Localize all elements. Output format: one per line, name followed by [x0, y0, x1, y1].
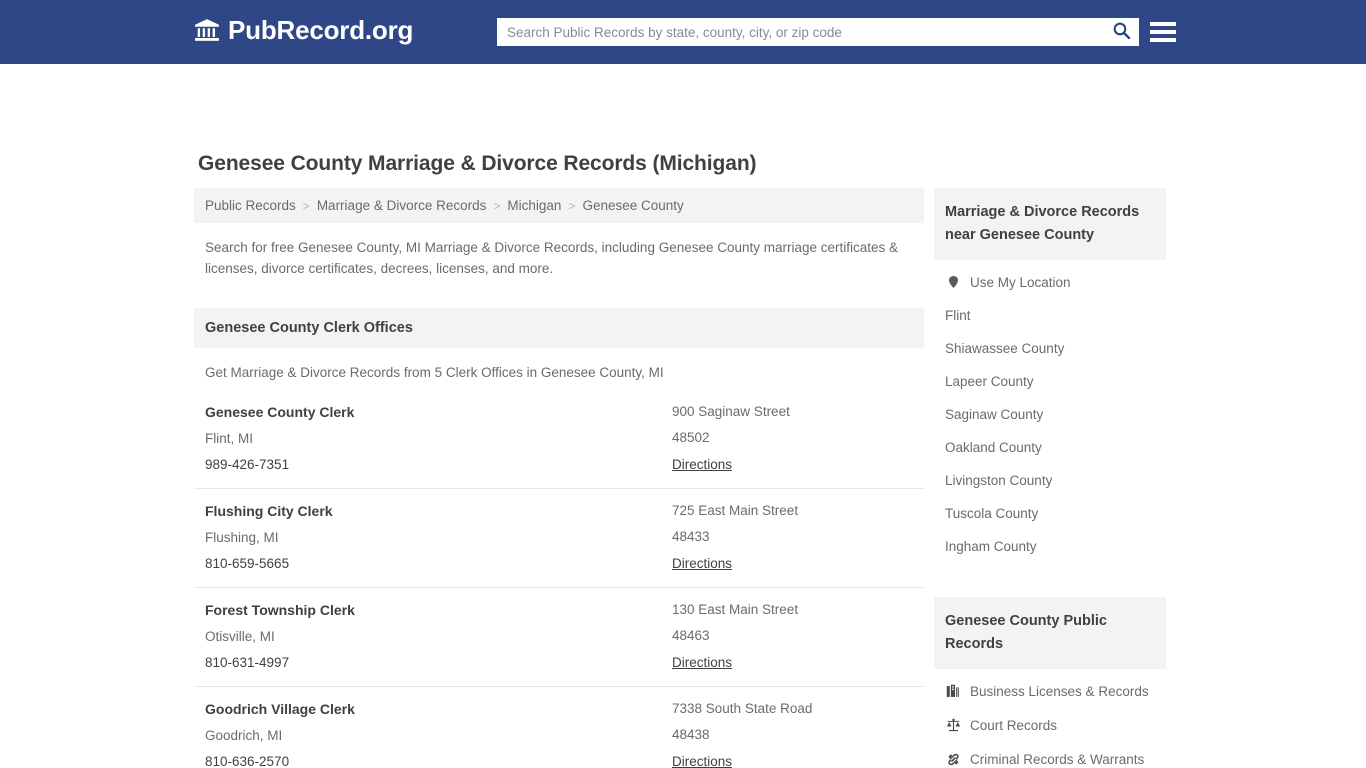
sidebar-item-label: Use My Location [970, 274, 1071, 290]
office-name: Forest Township Clerk [205, 602, 355, 618]
sidebar-item-court-records[interactable]: Court Records [934, 708, 1166, 742]
office-phone[interactable]: 810-636-2570 [205, 754, 672, 768]
page-body: Genesee County Marriage & Divorce Record… [0, 64, 1366, 768]
search-bar [497, 18, 1139, 46]
clerk-offices-section-heading: Genesee County Clerk Offices [194, 308, 924, 348]
site-logo-text: PubRecord.org [228, 15, 414, 45]
sidebar-item-label: Saginaw County [945, 407, 1044, 422]
breadcrumb-item-michigan[interactable]: Michigan [507, 198, 561, 213]
office-address-block: 725 East Main Street 48433 Directions [672, 503, 913, 573]
breadcrumb: Public Records > Marriage & Divorce Reco… [194, 188, 924, 223]
main-content: Public Records > Marriage & Divorce Reco… [194, 188, 924, 768]
office-zip: 48502 [672, 430, 710, 445]
page-title: Genesee County Marriage & Divorce Record… [198, 152, 757, 175]
sidebar-item-criminal-records[interactable]: Criminal Records & Warrants [934, 742, 1166, 768]
office-address-block: 130 East Main Street 48463 Directions [672, 602, 913, 672]
sidebar-item-use-my-location[interactable]: Use My Location [934, 265, 1166, 299]
sidebar-nearby-heading: Marriage & Divorce Records near Genesee … [934, 188, 1166, 260]
search-input[interactable] [497, 18, 1103, 46]
table-row: Goodrich Village Clerk Goodrich, MI 810-… [194, 687, 924, 768]
site-logo[interactable]: PubRecord.org [194, 17, 413, 43]
directions-link[interactable]: Directions [672, 457, 732, 472]
sidebar-item-label: Livingston County [945, 473, 1053, 488]
breadcrumb-item-marriage-divorce-records[interactable]: Marriage & Divorce Records [317, 198, 487, 213]
office-phone[interactable]: 810-631-4997 [205, 655, 672, 670]
office-details: Genesee County Clerk Flint, MI 989-426-7… [205, 404, 672, 474]
office-address: 725 East Main Street [672, 503, 799, 518]
table-row: Forest Township Clerk Otisville, MI 810-… [194, 588, 924, 687]
balance-scale-icon [945, 717, 961, 733]
office-city: Flushing, MI [205, 530, 279, 545]
office-address-block: 900 Saginaw Street 48502 Directions [672, 404, 913, 474]
breadcrumb-item-public-records[interactable]: Public Records [205, 198, 296, 213]
sidebar: Marriage & Divorce Records near Genesee … [934, 188, 1166, 768]
sidebar-item-saginaw-county[interactable]: Saginaw County [934, 398, 1166, 431]
site-header: PubRecord.org [0, 0, 1366, 64]
office-zip: 48438 [672, 727, 710, 742]
sidebar-item-label: Shiawassee County [945, 341, 1065, 356]
bank-icon [194, 17, 220, 43]
office-details: Flushing City Clerk Flushing, MI 810-659… [205, 503, 672, 573]
building-icon [945, 683, 961, 699]
office-zip: 48433 [672, 529, 710, 544]
breadcrumb-item-genesee-county[interactable]: Genesee County [582, 198, 683, 213]
breadcrumb-separator: > [568, 198, 576, 213]
sidebar-item-label: Oakland County [945, 440, 1042, 455]
sidebar-item-label: Lapeer County [945, 374, 1034, 389]
office-zip: 48463 [672, 628, 710, 643]
sidebar-item-label: Ingham County [945, 539, 1037, 554]
sidebar-item-tuscola-county[interactable]: Tuscola County [934, 497, 1166, 530]
clerk-offices-subheading: Get Marriage & Divorce Records from 5 Cl… [205, 365, 664, 380]
office-city: Otisville, MI [205, 629, 275, 644]
office-city: Flint, MI [205, 431, 254, 446]
sidebar-item-oakland-county[interactable]: Oakland County [934, 431, 1166, 464]
office-name: Goodrich Village Clerk [205, 701, 355, 717]
directions-link[interactable]: Directions [672, 655, 732, 670]
table-row: Genesee County Clerk Flint, MI 989-426-7… [194, 390, 924, 489]
sidebar-item-business-licenses[interactable]: Business Licenses & Records [934, 674, 1166, 708]
map-pin-icon [945, 274, 961, 290]
office-details: Forest Township Clerk Otisville, MI 810-… [205, 602, 672, 672]
sidebar-item-ingham-county[interactable]: Ingham County [934, 530, 1166, 563]
office-details: Goodrich Village Clerk Goodrich, MI 810-… [205, 701, 672, 768]
chain-link-icon [945, 751, 961, 767]
sidebar-item-label: Criminal Records & Warrants [970, 751, 1145, 767]
sidebar-item-flint[interactable]: Flint [934, 299, 1166, 332]
breadcrumb-separator: > [302, 198, 310, 213]
sidebar-item-label: Court Records [970, 717, 1058, 733]
office-name: Flushing City Clerk [205, 503, 333, 519]
office-phone[interactable]: 989-426-7351 [205, 457, 672, 472]
clerk-offices-list: Genesee County Clerk Flint, MI 989-426-7… [194, 390, 924, 768]
sidebar-item-label: Business Licenses & Records [970, 683, 1149, 699]
office-phone[interactable]: 810-659-5665 [205, 556, 672, 571]
sidebar-item-label: Tuscola County [945, 506, 1039, 521]
hamburger-menu-icon[interactable] [1150, 20, 1176, 44]
sidebar-item-label: Flint [945, 308, 971, 323]
sidebar-nearby-list: Use My Location Flint Shiawassee County … [934, 265, 1166, 563]
office-address: 900 Saginaw Street [672, 404, 790, 419]
office-address-block: 7338 South State Road 48438 Directions [672, 701, 913, 768]
sidebar-item-shiawassee-county[interactable]: Shiawassee County [934, 332, 1166, 365]
breadcrumb-separator: > [493, 198, 501, 213]
office-address: 7338 South State Road [672, 701, 813, 716]
directions-link[interactable]: Directions [672, 556, 732, 571]
directions-link[interactable]: Directions [672, 754, 732, 768]
office-city: Goodrich, MI [205, 728, 283, 743]
page-intro-text: Search for free Genesee County, MI Marri… [205, 240, 899, 276]
sidebar-public-records-heading: Genesee County Public Records [934, 597, 1166, 669]
office-name: Genesee County Clerk [205, 404, 355, 420]
sidebar-public-records-list: Business Licenses & Records Court Record… [934, 674, 1166, 768]
office-address: 130 East Main Street [672, 602, 799, 617]
sidebar-item-livingston-county[interactable]: Livingston County [934, 464, 1166, 497]
sidebar-item-lapeer-county[interactable]: Lapeer County [934, 365, 1166, 398]
table-row: Flushing City Clerk Flushing, MI 810-659… [194, 489, 924, 588]
search-icon [1112, 21, 1131, 43]
search-button[interactable] [1103, 18, 1139, 46]
